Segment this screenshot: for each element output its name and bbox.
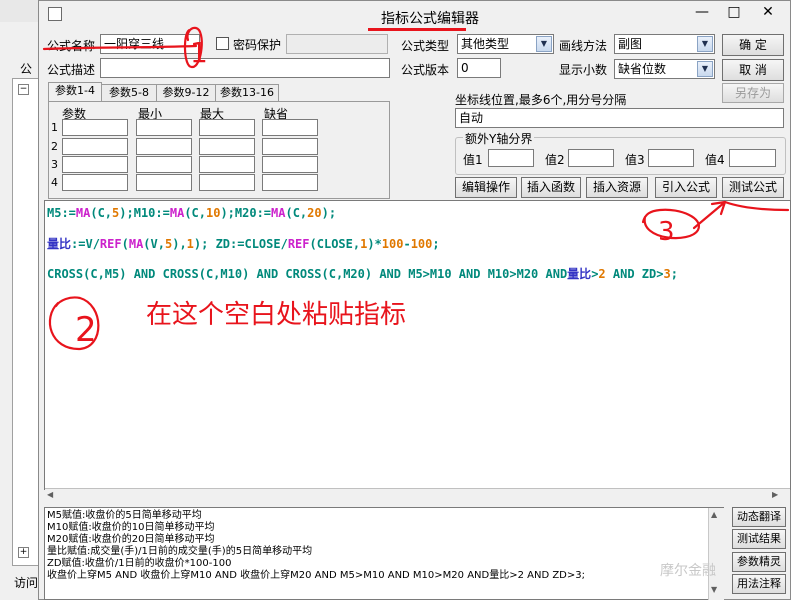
arrow-tail <box>723 200 790 212</box>
arrow-to-test-formula <box>692 200 727 230</box>
name-underline-mark <box>42 44 198 51</box>
mark-2-label: 2 <box>75 310 97 350</box>
mark-3-label: 3 <box>658 217 675 247</box>
annotation-overlay: 2 1 3 <box>42 26 790 351</box>
mark-1-label: 1 <box>190 36 208 69</box>
